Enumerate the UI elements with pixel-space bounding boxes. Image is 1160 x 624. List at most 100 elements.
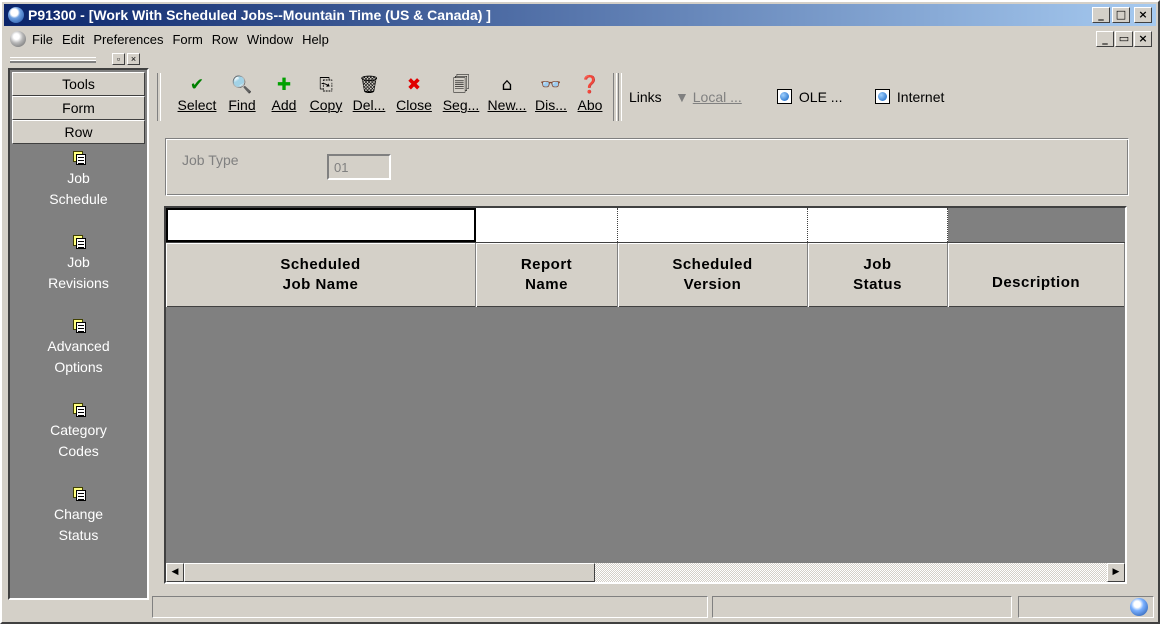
row-exit-icon	[71, 486, 87, 502]
app-globe-icon[interactable]	[8, 7, 24, 23]
new-button[interactable]: ⌂ New...	[485, 75, 529, 121]
column-header-description[interactable]: Description	[948, 243, 1125, 307]
exit-item-label: Job Schedule	[49, 170, 108, 207]
about-label: Abo	[577, 97, 603, 113]
menu-preferences[interactable]: Preferences	[93, 32, 163, 47]
title-bar[interactable]: P91300 - [Work With Scheduled Jobs--Moun…	[4, 4, 1156, 26]
scheduled-jobs-grid: Scheduled Job Name Report Name Scheduled…	[164, 206, 1127, 584]
add-plus-icon: ✚	[276, 75, 292, 95]
exit-item-label: Category Codes	[50, 422, 107, 459]
child-restore-button[interactable]: ▭	[1115, 31, 1133, 47]
status-panel-main	[152, 596, 708, 618]
menu-bar: File Edit Preferences Form Row Window He…	[4, 28, 1156, 50]
qbe-version-cell[interactable]	[618, 208, 808, 242]
qbe-status-cell[interactable]	[808, 208, 948, 242]
scrollbar-thumb[interactable]	[184, 563, 595, 582]
delete-button[interactable]: 🗑 Del...	[349, 75, 389, 121]
exit-item-job-schedule[interactable]: Job Schedule	[12, 150, 145, 210]
local-link-button[interactable]: ▼ Local ...	[675, 89, 742, 105]
column-header-version[interactable]: Scheduled Version	[618, 243, 808, 307]
ole-link-button[interactable]: OLE ...	[777, 89, 842, 105]
application-window: P91300 - [Work With Scheduled Jobs--Moun…	[0, 0, 1160, 624]
column-header-label: Report Name	[520, 256, 573, 293]
column-header-status[interactable]: Job Status	[808, 243, 948, 307]
find-magnifier-icon: 🔍	[231, 75, 253, 95]
close-form-button[interactable]: ✖ Close	[391, 75, 437, 121]
checkmark-icon: ✔	[189, 75, 205, 95]
query-by-example-row	[166, 208, 1125, 242]
exit-bar-header[interactable]: ▫ ×	[8, 52, 149, 68]
status-bar	[152, 594, 1158, 620]
close-button[interactable]: ×	[1134, 7, 1152, 23]
column-header-label: Scheduled Job Name	[280, 256, 361, 293]
menu-help[interactable]: Help	[302, 32, 329, 47]
minimize-button[interactable]: _	[1092, 7, 1110, 23]
copy-button[interactable]: ⎘ Copy	[304, 75, 348, 121]
exit-bar-minimize-button[interactable]: ▫	[112, 53, 125, 65]
qbe-job-name-cell[interactable]	[166, 208, 476, 242]
menu-row[interactable]: Row	[212, 32, 238, 47]
menu-form[interactable]: Form	[172, 32, 202, 47]
column-header-report-name[interactable]: Report Name	[476, 243, 618, 307]
status-panel-secondary	[712, 596, 1012, 618]
exit-item-change-status[interactable]: Change Status	[12, 486, 145, 546]
local-link-label: Local ...	[692, 89, 742, 105]
select-label: Select	[177, 97, 217, 113]
document-menu-icon[interactable]	[10, 31, 26, 47]
segment-document-icon: 🗐	[452, 75, 470, 95]
maximize-button[interactable]: □	[1112, 7, 1130, 23]
child-window-controls: _ ▭ ×	[1096, 31, 1152, 47]
exit-item-label: Job Revisions	[48, 254, 109, 291]
column-header-job-name[interactable]: Scheduled Job Name	[166, 243, 476, 307]
exit-item-label: Advanced Options	[47, 338, 110, 375]
dropdown-arrow-icon: ▼	[675, 89, 689, 105]
exit-item-job-revisions[interactable]: Job Revisions	[12, 234, 145, 294]
menu-window[interactable]: Window	[247, 32, 293, 47]
exit-bar-grip-line	[10, 60, 96, 63]
toolbar: ✔ Select 🔍 Find ✚ Add ⎘ Copy 🗑 Del... ✖ …	[157, 69, 1157, 125]
copy-label: Copy	[309, 97, 343, 113]
help-question-icon: ❓	[579, 75, 601, 95]
find-button[interactable]: 🔍 Find	[223, 75, 261, 121]
exit-item-category-codes[interactable]: Category Codes	[12, 402, 145, 462]
row-exit-icon	[71, 318, 87, 334]
new-folder-icon: ⌂	[501, 75, 513, 95]
horizontal-scrollbar[interactable]: ◀ ▶	[166, 563, 1125, 582]
menu-file[interactable]: File	[32, 32, 53, 47]
row-exit-icon	[71, 234, 87, 250]
status-globe-icon	[1130, 598, 1148, 616]
scroll-left-icon[interactable]: ◀	[166, 563, 184, 582]
menu-edit[interactable]: Edit	[62, 32, 84, 47]
scroll-right-icon[interactable]: ▶	[1107, 563, 1125, 582]
window-controls: _ □ ×	[1092, 7, 1152, 23]
exit-item-advanced-options[interactable]: Advanced Options	[12, 318, 145, 378]
qbe-description-cell	[948, 208, 1125, 242]
exit-bar-close-button[interactable]: ×	[127, 53, 140, 65]
ole-object-icon	[777, 89, 792, 104]
links-button[interactable]: Links	[629, 89, 662, 105]
column-header-label: Scheduled Version	[672, 256, 753, 293]
segment-button[interactable]: 🗐 Seg...	[439, 75, 483, 121]
toolbar-separator	[157, 73, 161, 121]
exit-bar: Tools Form Row Job Schedule Job Revision…	[8, 68, 149, 600]
exit-bar-form-button[interactable]: Form	[12, 96, 145, 120]
select-button[interactable]: ✔ Select	[171, 75, 223, 121]
job-type-field[interactable]: 01	[327, 154, 391, 180]
links-label: Links	[629, 89, 662, 105]
copy-icon: ⎘	[319, 75, 333, 95]
about-button[interactable]: ❓ Abo	[573, 75, 607, 121]
qbe-report-name-cell[interactable]	[476, 208, 618, 242]
exit-item-label: Change Status	[53, 506, 104, 543]
child-close-button[interactable]: ×	[1134, 31, 1152, 47]
internet-link-button[interactable]: Internet	[875, 89, 944, 105]
toolbar-separator	[613, 73, 617, 121]
display-button[interactable]: 👓 Dis...	[531, 75, 571, 121]
display-label: Dis...	[535, 97, 567, 113]
add-label: Add	[271, 97, 297, 113]
job-type-label: Job Type	[182, 152, 239, 168]
child-minimize-button[interactable]: _	[1096, 31, 1114, 47]
add-button[interactable]: ✚ Add	[265, 75, 303, 121]
exit-bar-row-button[interactable]: Row	[12, 120, 145, 144]
column-header-label: Description	[992, 274, 1081, 291]
exit-bar-tools-button[interactable]: Tools	[12, 72, 145, 96]
